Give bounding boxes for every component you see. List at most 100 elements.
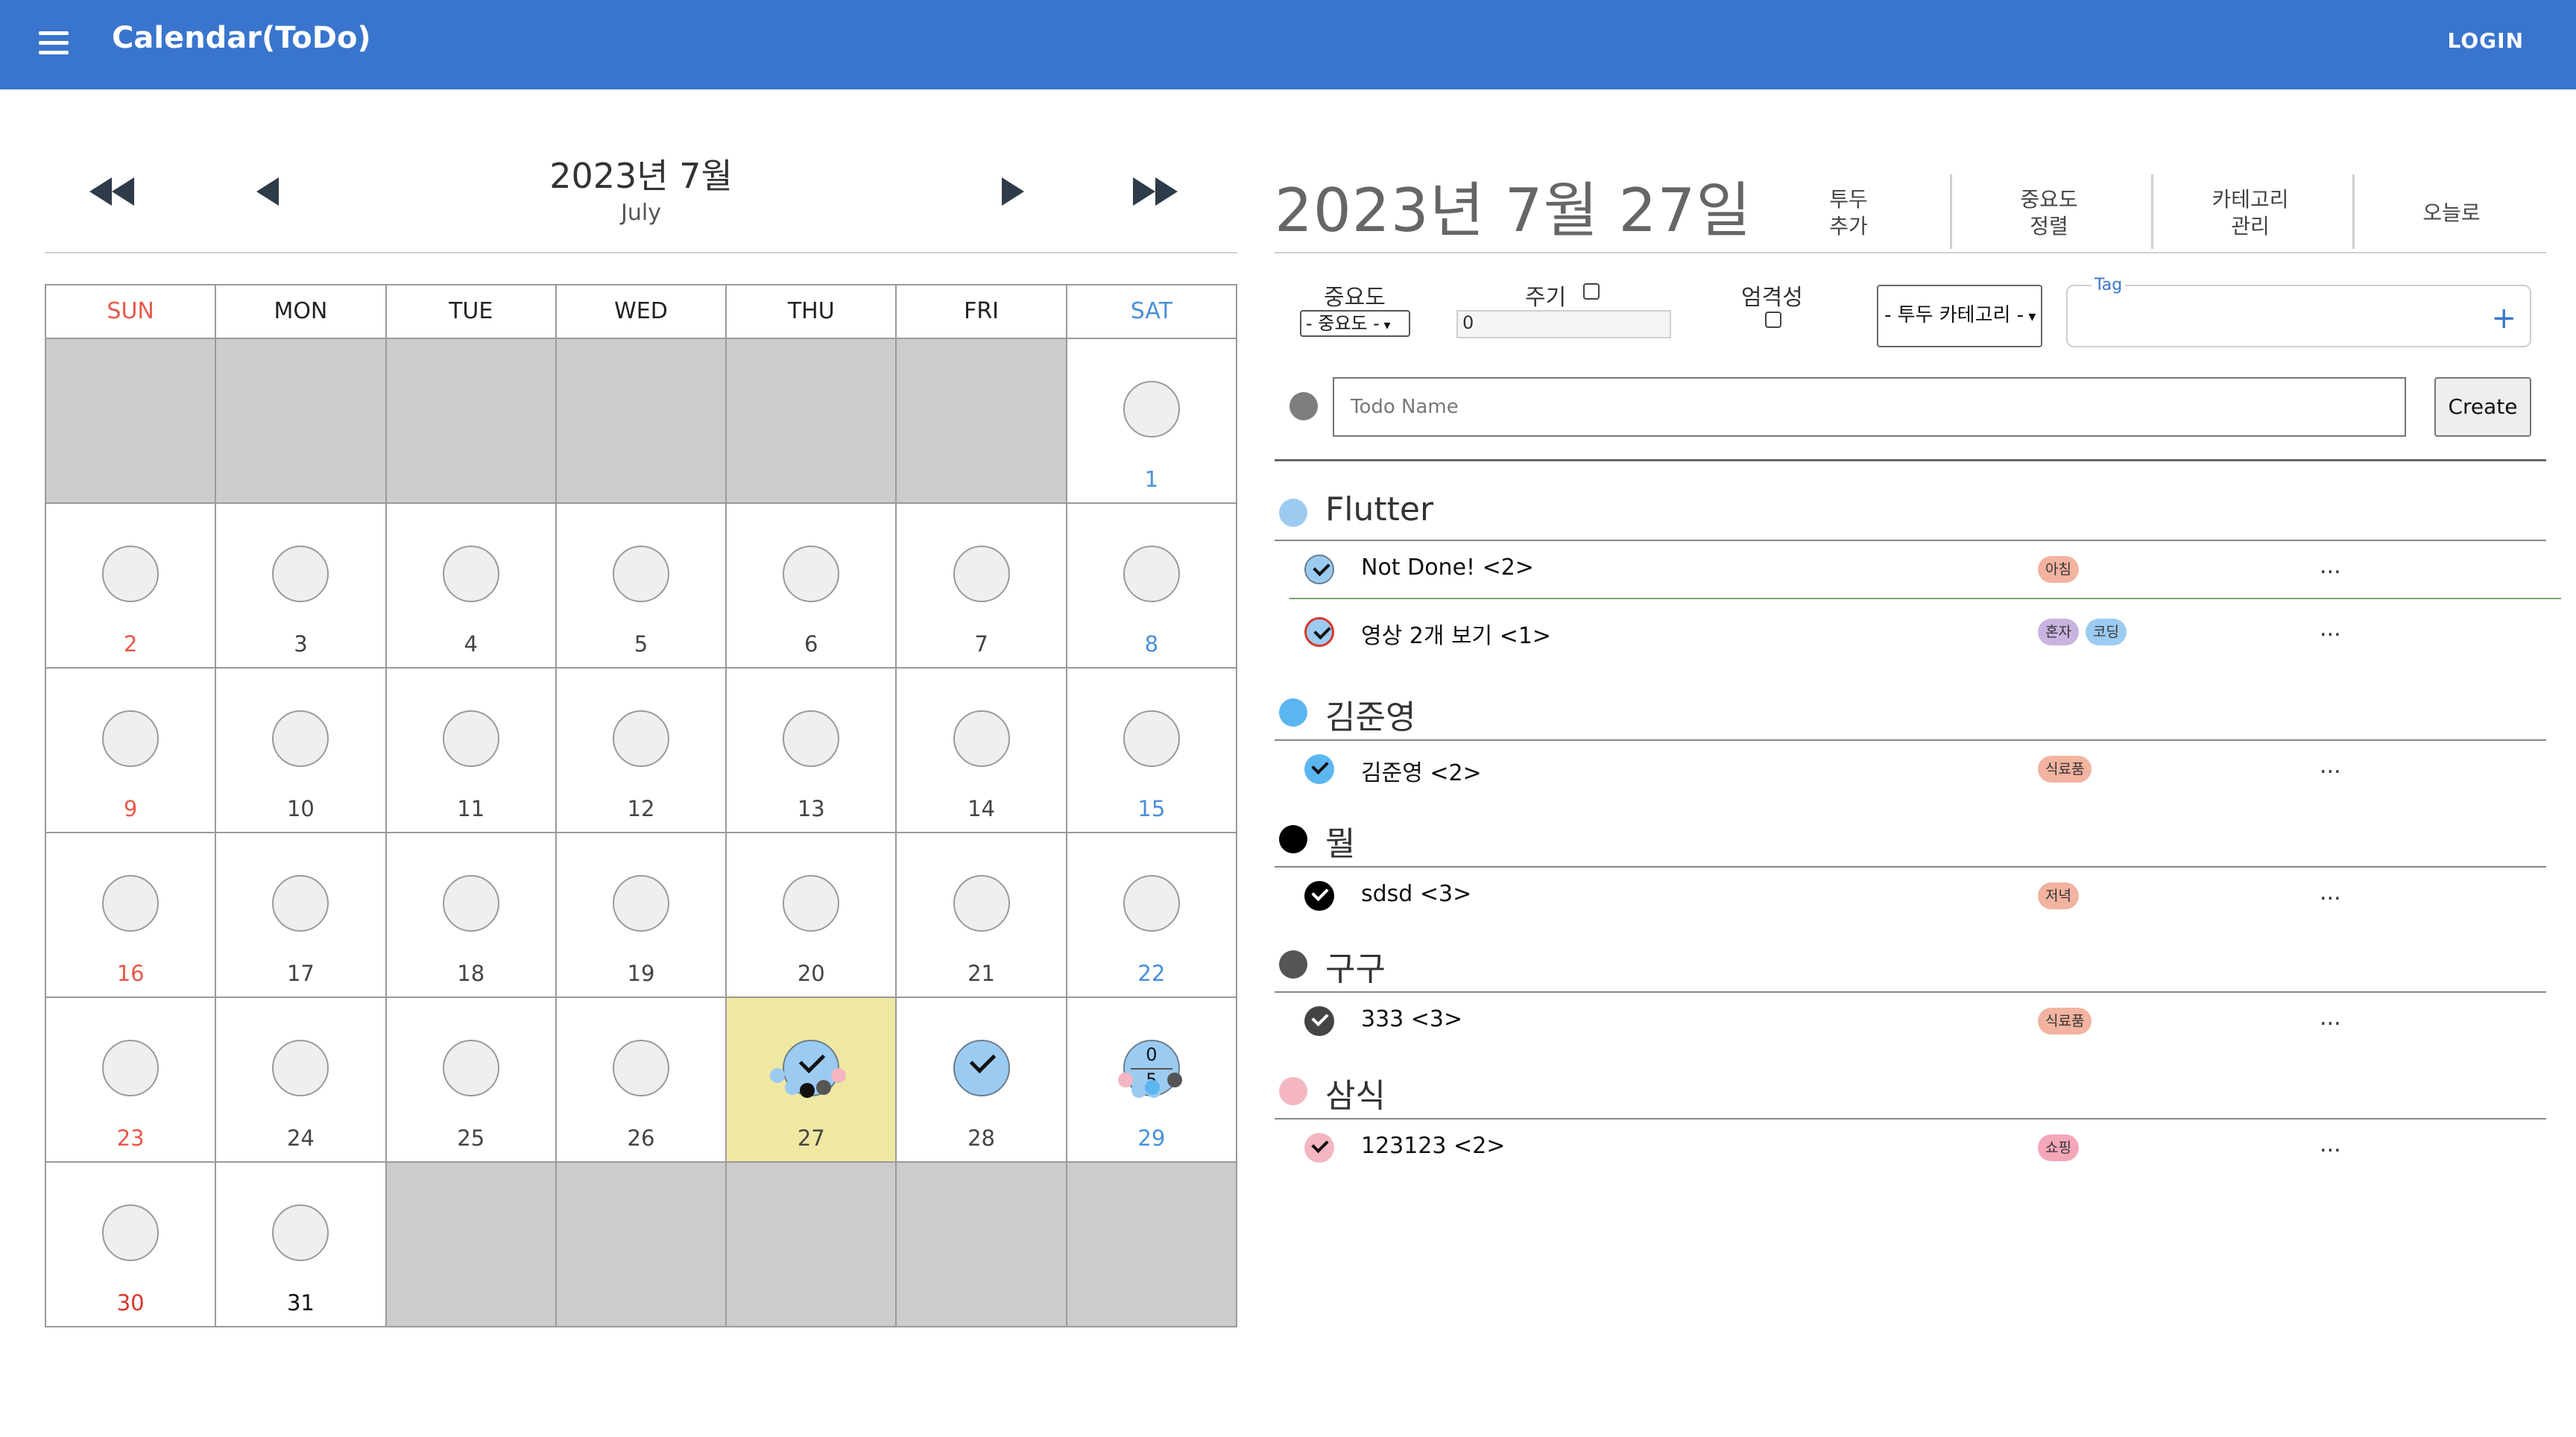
sort-by-importance-button[interactable]: 중요도 정렬 — [1948, 173, 2150, 253]
day-progress-circle[interactable] — [272, 1040, 329, 1096]
day-cell[interactable]: 10 — [216, 669, 387, 833]
day-cell[interactable]: 13 — [727, 669, 897, 833]
day-progress-circle[interactable] — [612, 710, 669, 767]
day-cell[interactable]: 6 — [727, 504, 897, 669]
day-cell[interactable]: 15 — [1067, 669, 1237, 833]
day-progress-circle[interactable] — [272, 1204, 329, 1261]
more-options-button[interactable]: ... — [2320, 1131, 2341, 1158]
day-cell[interactable]: 25 — [386, 998, 557, 1163]
more-options-button[interactable]: ... — [2320, 616, 2341, 642]
todo-check-icon[interactable] — [1304, 555, 1334, 584]
todo-check-icon[interactable] — [1304, 1133, 1334, 1163]
day-cell[interactable]: 24 — [216, 998, 387, 1163]
day-progress-circle[interactable] — [102, 1204, 160, 1261]
day-progress-circle[interactable] — [272, 546, 329, 602]
day-cell[interactable]: 31 — [216, 1163, 387, 1327]
day-cell[interactable]: 14 — [897, 669, 1067, 833]
todo-item[interactable]: Not Done! <2> 아침... — [1289, 540, 2561, 599]
tag-input[interactable]: Tag + — [2066, 276, 2531, 347]
todo-check-icon[interactable] — [1304, 881, 1334, 911]
day-cell[interactable]: 20 — [727, 833, 897, 998]
day-progress-circle[interactable] — [102, 1040, 160, 1096]
create-button[interactable]: Create — [2434, 377, 2531, 437]
day-progress-circle[interactable] — [783, 875, 840, 932]
todo-item[interactable]: 333 <3> 식료품... — [1289, 991, 2557, 1051]
day-progress-circle[interactable] — [1123, 875, 1180, 932]
more-options-button[interactable]: ... — [2320, 553, 2341, 579]
day-progress-circle[interactable] — [953, 546, 1010, 602]
next-year-button[interactable] — [1133, 177, 1178, 209]
add-todo-button[interactable]: 투두 추가 — [1748, 173, 1949, 253]
todo-item[interactable]: sdsd <3> 저녁... — [1289, 866, 2557, 926]
manage-category-button[interactable]: 카테고리 관리 — [2150, 173, 2351, 253]
day-progress-circle[interactable] — [612, 875, 669, 932]
day-cell[interactable]: 5 — [556, 504, 727, 669]
go-today-button[interactable]: 오늘로 — [2351, 173, 2552, 253]
day-cell[interactable]: 19 — [556, 833, 727, 998]
todo-color-dot[interactable] — [1289, 392, 1318, 420]
next-month-button[interactable] — [1002, 177, 1024, 209]
day-cell[interactable]: 18 — [386, 833, 557, 998]
day-cell[interactable]: 4 — [386, 504, 557, 669]
day-progress-circle[interactable] — [272, 710, 329, 767]
prev-month-button[interactable] — [256, 177, 279, 209]
day-cell[interactable]: 3 — [216, 504, 387, 669]
day-progress-circle[interactable] — [612, 546, 669, 602]
day-cell[interactable]: 17 — [216, 833, 387, 998]
todo-check-icon[interactable] — [1304, 617, 1334, 647]
day-progress-circle[interactable] — [272, 875, 329, 932]
todo-item[interactable]: 영상 2개 보기 <1> 혼자 코딩... — [1289, 602, 2557, 662]
category-header[interactable]: 김준영 — [1275, 686, 2546, 741]
more-options-button[interactable]: ... — [2320, 879, 2341, 906]
more-options-button[interactable]: ... — [2320, 1005, 2341, 1031]
day-progress-circle[interactable] — [442, 1040, 499, 1096]
day-progress-circle[interactable] — [953, 1040, 1010, 1096]
day-progress-circle[interactable] — [783, 710, 840, 767]
strict-checkbox[interactable] — [1765, 312, 1781, 328]
day-cell[interactable]: 7 — [897, 504, 1067, 669]
category-header[interactable]: 뭘 — [1275, 812, 2546, 868]
day-cell[interactable]: 23 — [46, 998, 217, 1163]
todo-check-icon[interactable] — [1304, 1006, 1334, 1036]
day-cell[interactable]: 28 — [897, 998, 1067, 1163]
category-header[interactable]: 삼식 — [1275, 1064, 2546, 1119]
day-cell[interactable]: 0529 — [1067, 998, 1237, 1163]
category-header[interactable]: Flutter — [1275, 486, 2546, 541]
more-options-button[interactable]: ... — [2320, 753, 2341, 779]
todo-item[interactable]: 김준영 <2> 식료품... — [1289, 739, 2557, 799]
hamburger-menu-icon[interactable] — [39, 31, 69, 55]
cycle-checkbox[interactable] — [1583, 283, 1600, 300]
day-progress-circle[interactable] — [442, 546, 499, 602]
importance-select[interactable]: - 중요도 - ▾ — [1300, 310, 1410, 337]
day-progress-circle[interactable] — [1123, 381, 1180, 438]
day-cell[interactable]: 16 — [46, 833, 217, 998]
login-button[interactable]: LOGIN — [2448, 28, 2524, 53]
day-cell[interactable]: 30 — [46, 1163, 217, 1327]
day-progress-circle[interactable] — [102, 546, 160, 602]
day-progress-circle[interactable] — [1123, 546, 1180, 602]
todo-category-select[interactable]: - 투두 카테고리 - ▾ — [1877, 285, 2042, 347]
cycle-input[interactable]: 0 — [1456, 310, 1671, 338]
todo-name-input[interactable]: Todo Name — [1333, 377, 2406, 437]
day-cell[interactable]: 26 — [556, 998, 727, 1163]
day-progress-circle[interactable] — [953, 710, 1010, 767]
todo-item[interactable]: 123123 <2> 쇼핑... — [1289, 1118, 2557, 1178]
day-cell[interactable]: 21 — [897, 833, 1067, 998]
day-progress-circle[interactable] — [612, 1040, 669, 1096]
add-tag-icon[interactable]: + — [2491, 301, 2516, 335]
day-progress-circle[interactable] — [1123, 710, 1180, 767]
day-cell[interactable]: 12 — [556, 669, 727, 833]
day-cell[interactable]: 11 — [386, 669, 557, 833]
day-cell[interactable]: 27 — [727, 998, 897, 1163]
prev-year-button[interactable] — [89, 177, 134, 209]
category-header[interactable]: 구구 — [1275, 938, 2546, 993]
todo-check-icon[interactable] — [1304, 754, 1334, 784]
day-progress-circle[interactable] — [953, 875, 1010, 932]
day-progress-circle[interactable] — [442, 875, 499, 932]
day-progress-circle[interactable] — [102, 875, 160, 932]
day-progress-circle[interactable] — [783, 546, 840, 602]
day-progress-circle[interactable] — [102, 710, 160, 767]
day-cell[interactable]: 1 — [1067, 339, 1237, 504]
day-cell[interactable]: 2 — [46, 504, 217, 669]
day-progress-circle[interactable] — [442, 710, 499, 767]
